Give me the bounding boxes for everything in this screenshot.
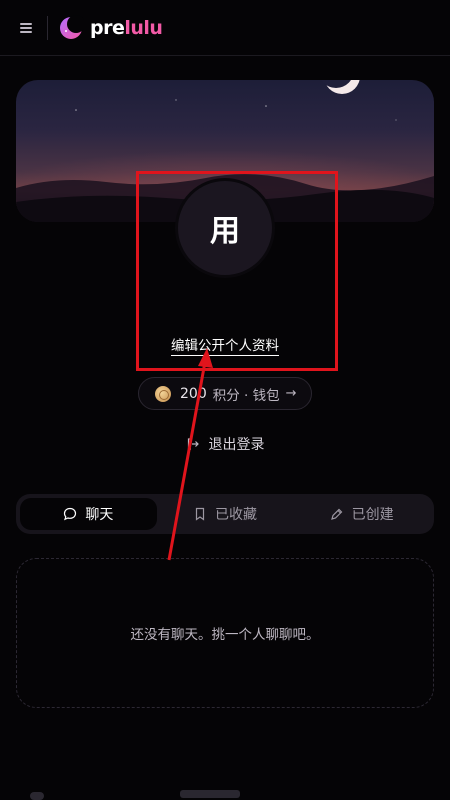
menu-icon[interactable] [14, 16, 38, 40]
divider [47, 16, 48, 40]
points-label: 积分 · 钱包 [212, 387, 280, 404]
tab-favorites[interactable]: 已收藏 [157, 498, 294, 530]
bookmark-icon [195, 507, 205, 521]
tab-chat-label: 聊天 [85, 507, 114, 523]
tab-bar: 聊天 已收藏 已创建 [16, 494, 434, 534]
peek-icon [30, 792, 44, 800]
tab-created-label: 已创建 [351, 507, 394, 523]
chat-bubble-icon [64, 507, 77, 521]
points-value: 200 [180, 385, 207, 402]
moon-logo-icon [60, 15, 84, 39]
points-wallet-button[interactable]: 200 积分 · 钱包 → [138, 377, 312, 410]
bottom-section-peek [30, 788, 430, 800]
top-bar: prelulu [0, 0, 450, 56]
arrow-right-icon: → [285, 386, 297, 401]
empty-message: 还没有聊天。挑一个人聊聊吧。 [130, 627, 320, 643]
peek-text [180, 790, 240, 798]
logout-label: 退出登录 [208, 437, 265, 453]
highlight-box [136, 171, 338, 371]
tab-created[interactable]: 已创建 [293, 498, 430, 530]
tab-favorites-label: 已收藏 [215, 507, 257, 523]
pen-icon [330, 508, 343, 520]
logout-icon [187, 438, 199, 450]
profile-page: prelulu 用 编辑公开个人资料 200 积分 · 钱包 → 退出登录 聊天… [0, 0, 450, 800]
empty-chat-list: 还没有聊天。挑一个人聊聊吧。 [16, 558, 434, 708]
logout-button[interactable]: 退出登录 [0, 433, 450, 455]
logo-text: prelulu [90, 17, 163, 39]
logo[interactable]: prelulu [58, 14, 163, 42]
coin-icon [155, 385, 171, 402]
tab-chat[interactable]: 聊天 [20, 498, 157, 530]
